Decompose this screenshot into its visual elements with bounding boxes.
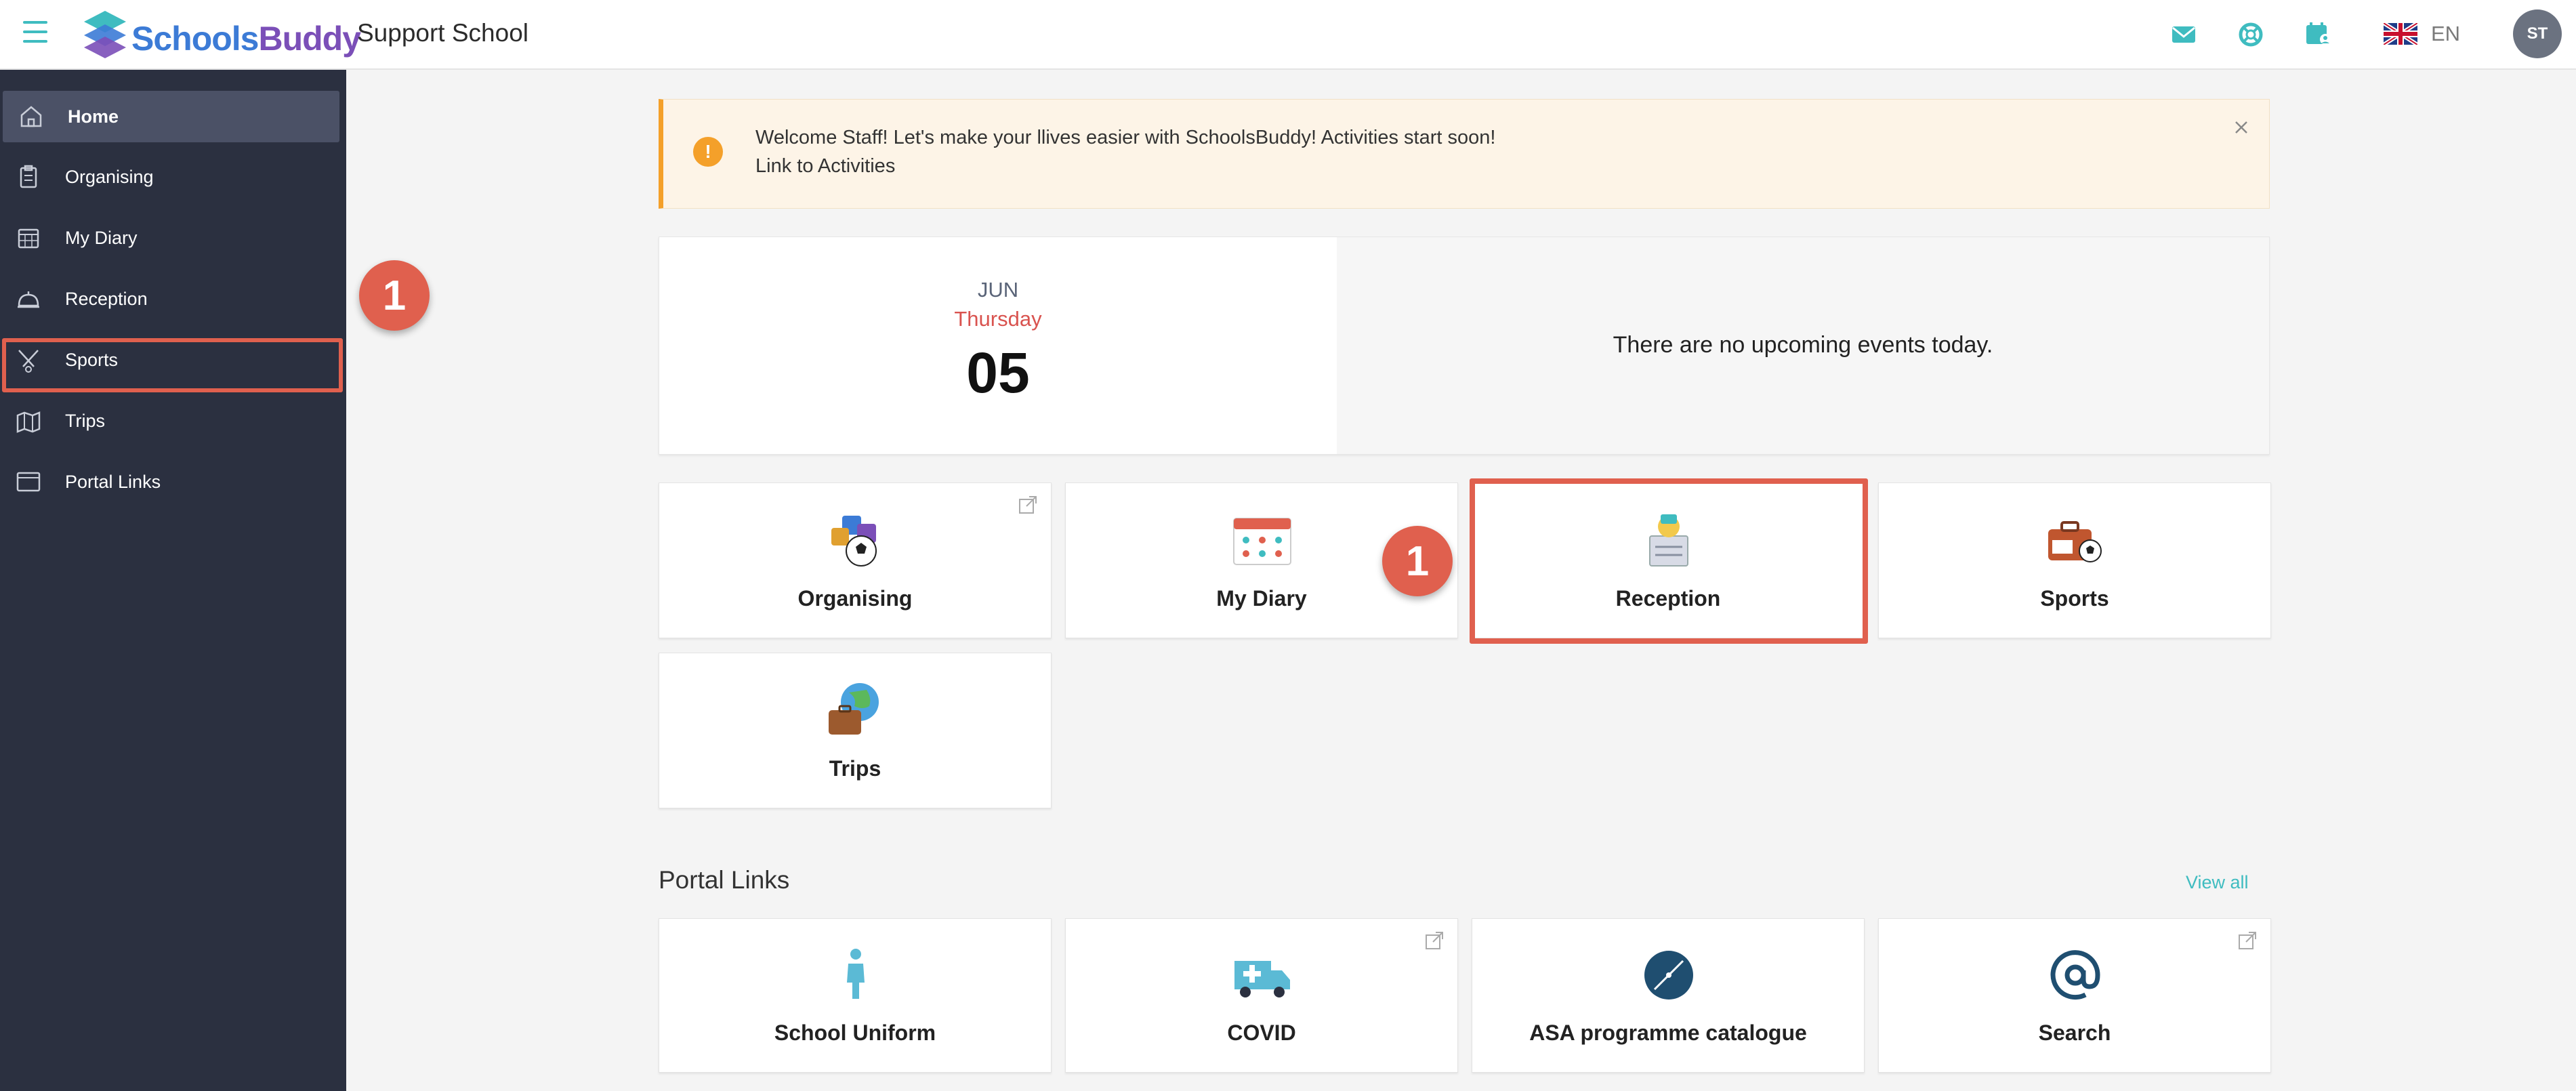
sidebar: Home Organising My Diary Reception Sport…	[0, 70, 346, 1091]
map-icon	[16, 411, 41, 433]
language-selector[interactable]: EN	[2384, 20, 2460, 47]
user-avatar[interactable]: ST	[2513, 9, 2562, 58]
sidebar-item-label: Home	[68, 106, 119, 127]
logo-mark-icon	[84, 11, 126, 58]
date-day-number: 05	[966, 341, 1030, 405]
tile-label: Trips	[829, 756, 881, 781]
tile-organising[interactable]: Organising	[659, 482, 1052, 638]
mail-icon[interactable]	[2168, 19, 2199, 50]
no-events-message: There are no upcoming events today.	[1613, 332, 1993, 358]
calendar-icon	[18, 228, 39, 249]
school-name: Support School	[357, 19, 529, 47]
sidebar-item-my-diary[interactable]: My Diary	[0, 212, 346, 264]
sidebar-item-label: Portal Links	[65, 471, 161, 492]
schoolsbuddy-logo[interactable]: SchoolsBuddy	[81, 7, 361, 62]
at-sign-icon	[2050, 950, 2100, 1000]
alert-message: Welcome Staff! Let's make your llives ea…	[755, 127, 1496, 148]
sidebar-item-label: My Diary	[65, 227, 138, 248]
clipboard-icon	[20, 165, 37, 188]
reception-bell-icon	[18, 291, 39, 308]
language-code: EN	[2431, 22, 2461, 45]
tile-label: Sports	[2040, 586, 2109, 611]
diary-calendar-icon	[1233, 518, 1291, 565]
sidebar-item-organising[interactable]: Organising	[0, 151, 346, 203]
reception-highlight-box	[2, 338, 343, 392]
sidebar-item-label: Organising	[65, 166, 154, 187]
reception-tile-highlight-box	[1470, 478, 1868, 644]
date-weekday: Thursday	[954, 307, 1042, 331]
home-icon	[20, 106, 42, 127]
sidebar-item-portal-links[interactable]: Portal Links	[0, 456, 346, 508]
link-label: School Uniform	[774, 1021, 936, 1045]
warning-icon: !	[693, 137, 723, 167]
tile-trips[interactable]: Trips	[659, 653, 1052, 808]
welcome-alert: ! Welcome Staff! Let's make your llives …	[659, 99, 2270, 209]
date-panel: JUN Thursday 05	[659, 237, 1337, 454]
external-link-icon[interactable]	[2237, 930, 2258, 951]
date-month: JUN	[977, 278, 1019, 302]
step-marker-tile: 1	[1382, 526, 1453, 596]
tile-sports[interactable]: Sports	[1878, 482, 2271, 638]
link-label: ASA programme catalogue	[1529, 1021, 1807, 1045]
globe-suitcase-icon	[829, 683, 879, 735]
close-icon[interactable]	[2230, 116, 2253, 139]
sidebar-item-reception[interactable]: Reception	[0, 273, 346, 325]
link-asa-programme-catalogue[interactable]: ASA programme catalogue	[1472, 918, 1865, 1073]
link-label: Search	[2038, 1021, 2111, 1045]
sidebar-item-label: Trips	[65, 410, 105, 431]
sidebar-item-label: Reception	[65, 288, 148, 309]
link-school-uniform[interactable]: School Uniform	[659, 918, 1052, 1073]
view-all-link[interactable]: View all	[2186, 872, 2249, 893]
link-covid[interactable]: COVID	[1065, 918, 1458, 1073]
compass-icon	[1644, 951, 1693, 1000]
external-link-icon[interactable]	[1017, 494, 1039, 516]
events-panel: There are no upcoming events today.	[1337, 237, 2269, 454]
portal-links-title: Portal Links	[659, 866, 790, 894]
sidebar-item-trips[interactable]: Trips	[0, 395, 346, 447]
sports-bag-icon	[2048, 521, 2102, 562]
top-bar: SchoolsBuddy Support School EN ST	[0, 0, 2576, 70]
help-lifebuoy-icon[interactable]	[2235, 19, 2266, 50]
uk-flag-icon	[2384, 23, 2417, 45]
step-marker-sidebar: 1	[359, 260, 430, 331]
link-search[interactable]: Search	[1878, 918, 2271, 1073]
link-label: COVID	[1227, 1021, 1296, 1045]
tile-label: Organising	[797, 586, 913, 611]
today-card: JUN Thursday 05 There are no upcoming ev…	[659, 236, 2270, 455]
person-icon	[847, 949, 865, 999]
window-icon	[16, 472, 41, 492]
external-link-icon[interactable]	[1424, 930, 1445, 951]
alert-link-activities[interactable]: Link to Activities	[755, 155, 895, 178]
ambulance-icon	[1234, 961, 1290, 997]
logo-text: SchoolsBuddy	[131, 20, 361, 58]
organising-puzzle-icon	[831, 516, 877, 567]
sidebar-item-home[interactable]: Home	[3, 91, 339, 142]
menu-icon[interactable]	[23, 21, 47, 44]
calendar-user-icon[interactable]	[2302, 19, 2333, 50]
